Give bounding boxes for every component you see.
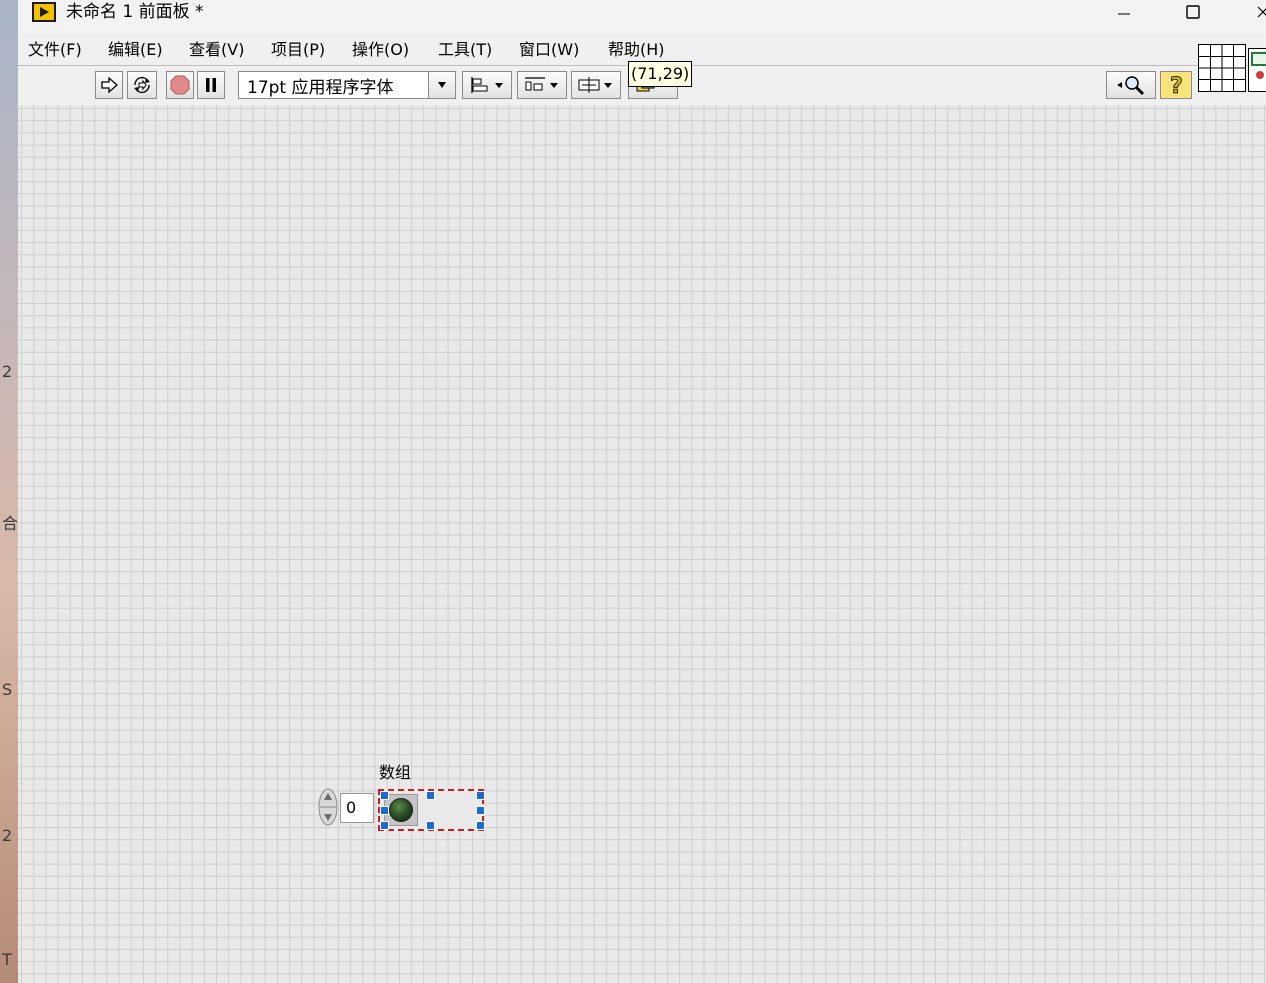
menu-bar: 文件(F) 编辑(E) 查看(V) 项目(P) 操作(O) 工具(T) 窗口(W… (18, 36, 1266, 64)
close-icon (1257, 6, 1266, 18)
menu-operate[interactable]: 操作(O) (352, 39, 409, 61)
window-title: 未命名 1 前面板 * (66, 2, 204, 22)
array-index-display[interactable]: 0 (340, 793, 374, 823)
align-objects-button[interactable] (462, 71, 512, 99)
search-button[interactable] (1106, 71, 1156, 99)
vi-icon[interactable] (1248, 48, 1266, 92)
pause-icon (206, 78, 216, 92)
front-panel-canvas[interactable] (18, 105, 1266, 983)
context-help-icon: ? (1170, 74, 1184, 97)
search-icon (1117, 76, 1145, 96)
resize-handle[interactable] (426, 821, 435, 830)
connector-pane-grid-icon (1199, 45, 1245, 91)
distribute-objects-button[interactable] (517, 71, 567, 99)
maximize-button[interactable] (1170, 0, 1216, 24)
svg-text:?: ? (1170, 74, 1183, 97)
abort-button[interactable] (166, 71, 194, 99)
desktop-background-strip: 2 合 S 2 T (0, 0, 18, 983)
resize-objects-button[interactable] (571, 71, 621, 99)
font-dropdown-arrow[interactable] (428, 72, 455, 98)
menu-project[interactable]: 项目(P) (271, 39, 325, 61)
resize-handle[interactable] (476, 821, 485, 830)
resize-handle[interactable] (426, 791, 435, 800)
menu-file[interactable]: 文件(F) (28, 39, 82, 61)
led-indicator (389, 798, 413, 822)
abort-icon (170, 75, 190, 95)
labview-front-panel-window: 未命名 1 前面板 * 文件(F) 编辑(E) 查看(V) 项目(P) 操作(O… (18, 0, 1266, 983)
distribute-objects-icon (525, 77, 558, 91)
menu-tools[interactable]: 工具(T) (438, 39, 492, 61)
close-button[interactable] (1240, 0, 1266, 24)
title-bar[interactable]: 未命名 1 前面板 * (18, 0, 1266, 33)
coordinate-tooltip: (71,29) (628, 61, 693, 87)
vi-default-icon (1251, 52, 1266, 79)
text-settings-dropdown[interactable]: 17pt 应用程序字体 (238, 71, 456, 99)
menu-help[interactable]: 帮助(H) (608, 39, 665, 61)
minimize-icon (1118, 13, 1130, 15)
desktop-text-fragment: T (2, 950, 12, 969)
desktop-text-fragment: 2 (2, 362, 13, 381)
menu-view[interactable]: 查看(V) (189, 39, 244, 61)
labview-app-icon (32, 2, 56, 22)
run-continuously-icon (134, 77, 150, 93)
context-help-button[interactable]: ? (1160, 71, 1192, 99)
chevron-down-icon (438, 82, 446, 88)
desktop-text-fragment: S (2, 680, 13, 699)
menu-edit[interactable]: 编辑(E) (108, 39, 163, 61)
connector-pane[interactable] (1198, 44, 1246, 92)
array-index-spinner[interactable] (318, 788, 338, 826)
minimize-button[interactable] (1101, 0, 1147, 24)
resize-handle[interactable] (476, 806, 485, 815)
desktop-text-fragment: 2 (2, 826, 13, 845)
pause-button[interactable] (197, 71, 225, 99)
array-label[interactable]: 数组 (379, 763, 411, 783)
align-objects-icon (471, 77, 503, 93)
resize-handle[interactable] (380, 806, 389, 815)
boolean-led-element[interactable] (384, 794, 418, 826)
run-continuously-button[interactable] (127, 71, 157, 99)
resize-handle[interactable] (476, 791, 485, 800)
maximize-icon (1186, 5, 1200, 19)
run-arrow-icon (101, 76, 118, 94)
font-setting-label: 17pt 应用程序字体 (247, 77, 394, 98)
menu-window[interactable]: 窗口(W) (519, 39, 579, 61)
resize-handle[interactable] (380, 821, 389, 830)
resize-objects-icon (578, 77, 612, 93)
increment-decrement-icon (318, 788, 338, 826)
desktop-text-fragment: 合 (2, 514, 18, 533)
run-button[interactable] (95, 71, 123, 99)
resize-handle[interactable] (380, 791, 389, 800)
